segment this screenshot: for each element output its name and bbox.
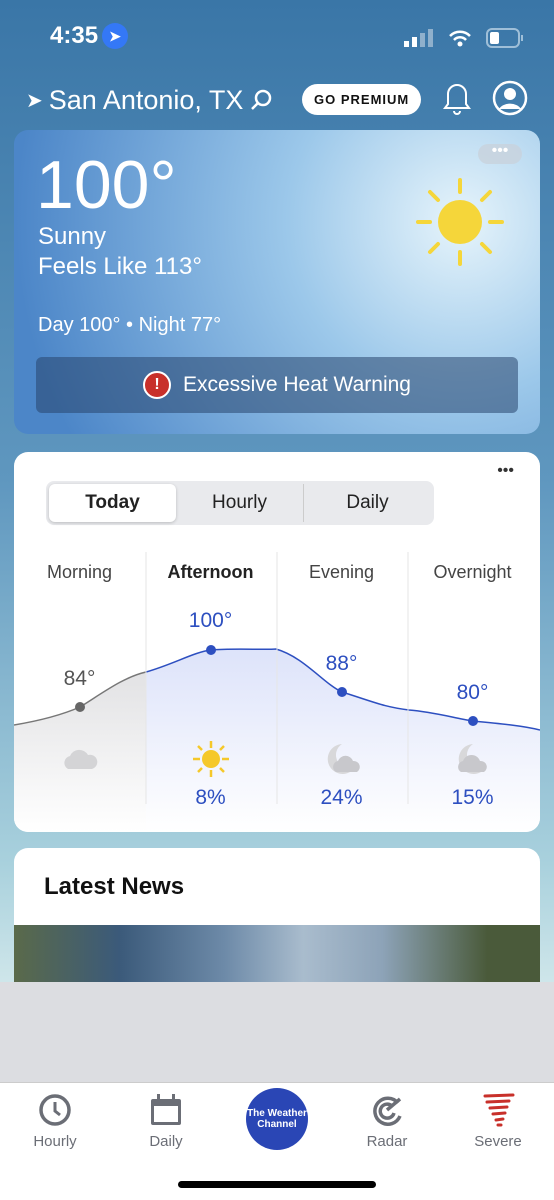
tornado-icon bbox=[483, 1093, 515, 1127]
status-icons bbox=[404, 28, 524, 48]
nav-label: Daily bbox=[149, 1133, 183, 1150]
period-afternoon: Afternoon bbox=[167, 562, 254, 582]
forecast-card: ••• Today Hourly Daily Morning Afternoon… bbox=[14, 452, 540, 832]
header: ➤ San Antonio, TX GO PREMIUM bbox=[26, 80, 534, 120]
day-night-temps: Day 100° • Night 77° bbox=[38, 314, 222, 336]
precip-overnight: 15% bbox=[451, 786, 494, 809]
nav-hourly[interactable]: Hourly bbox=[10, 1093, 100, 1150]
more-button[interactable]: ••• bbox=[478, 143, 522, 164]
signal-icon bbox=[404, 29, 433, 47]
status-bar: 4:35 ➤ bbox=[50, 22, 129, 50]
battery-icon bbox=[486, 28, 523, 48]
calendar-icon bbox=[151, 1094, 181, 1125]
weather-channel-logo[interactable]: The Weather Channel bbox=[246, 1088, 308, 1150]
news-image[interactable] bbox=[14, 925, 540, 985]
moon-cloud-icon bbox=[327, 744, 360, 774]
nav-label: Radar bbox=[366, 1133, 408, 1150]
nav-label: Severe bbox=[474, 1133, 522, 1150]
period-morning: Morning bbox=[46, 562, 113, 582]
nav-label: Hourly bbox=[33, 1133, 77, 1150]
temp-evening: 88° bbox=[325, 652, 358, 675]
location-arrow-icon: ➤ bbox=[102, 23, 129, 49]
sun-icon bbox=[416, 178, 504, 266]
overlay-area bbox=[0, 982, 554, 1082]
home-indicator[interactable] bbox=[178, 1181, 376, 1188]
go-premium-button[interactable]: GO PREMIUM bbox=[302, 84, 422, 115]
alert-text: Excessive Heat Warning bbox=[183, 373, 411, 396]
wifi-icon bbox=[449, 30, 471, 47]
point-overnight bbox=[468, 716, 478, 726]
period-evening: Evening bbox=[308, 562, 375, 582]
temp-morning: 84° bbox=[63, 667, 96, 690]
point-evening bbox=[337, 687, 347, 697]
temp-afternoon: 100° bbox=[188, 609, 233, 632]
feels-like: Feels Like 113° bbox=[38, 253, 202, 280]
current-temp: 100° bbox=[36, 147, 177, 223]
nav-severe[interactable]: Severe bbox=[453, 1093, 543, 1150]
precip-evening: 24% bbox=[320, 786, 363, 809]
time: 4:35 bbox=[50, 22, 99, 49]
heat-warning-alert[interactable]: ! Excessive Heat Warning bbox=[36, 357, 518, 413]
search-icon[interactable] bbox=[249, 88, 273, 112]
condition: Sunny bbox=[38, 223, 107, 250]
temp-overnight: 80° bbox=[456, 681, 489, 704]
clock-icon bbox=[39, 1094, 71, 1126]
radar-icon bbox=[373, 1096, 402, 1126]
conditions: Sunny Feels Like 113° bbox=[38, 222, 202, 282]
bell-icon[interactable] bbox=[442, 82, 472, 116]
location-name: San Antonio, TX bbox=[48, 84, 244, 115]
profile-icon[interactable] bbox=[492, 80, 528, 116]
point-afternoon bbox=[206, 645, 216, 655]
location-selector[interactable]: ➤ San Antonio, TX bbox=[26, 85, 273, 116]
nav-radar[interactable]: Radar bbox=[342, 1093, 432, 1150]
period-overnight: Overnight bbox=[433, 562, 512, 582]
news-title: Latest News bbox=[44, 873, 185, 900]
alert-icon: ! bbox=[143, 371, 171, 399]
current-conditions-card[interactable]: 100° Sunny Feels Like 113° Day 100° • Nig… bbox=[14, 130, 540, 434]
sun-icon bbox=[193, 741, 229, 777]
location-arrow-icon: ➤ bbox=[26, 89, 43, 112]
nav-daily[interactable]: Daily bbox=[121, 1093, 211, 1150]
precip-afternoon: 8% bbox=[195, 786, 226, 809]
cloud-icon bbox=[64, 749, 98, 769]
point-morning bbox=[75, 702, 85, 712]
moon-cloud-icon bbox=[458, 744, 487, 774]
